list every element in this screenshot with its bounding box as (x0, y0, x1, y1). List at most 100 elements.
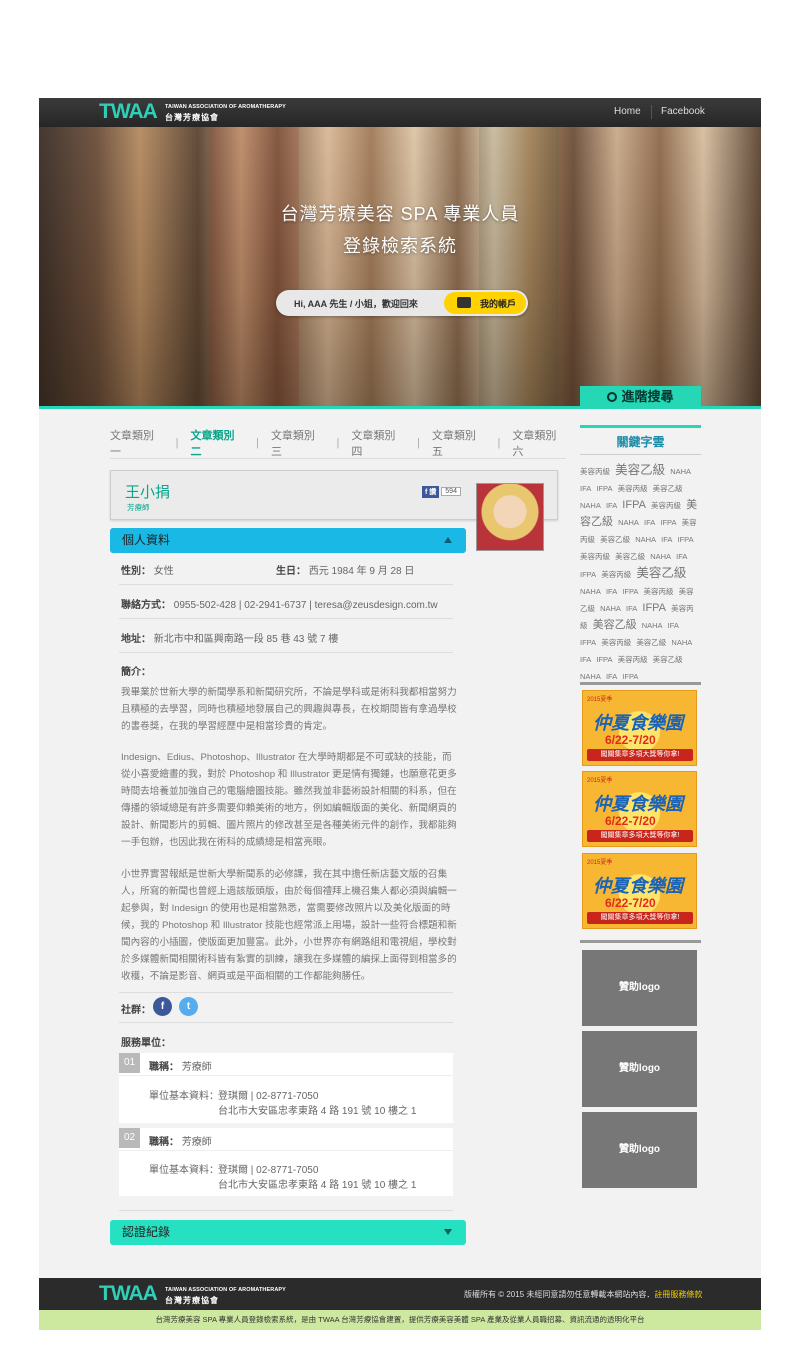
keyword-tag[interactable]: IFA (626, 604, 637, 613)
keyword-tag[interactable]: NAHA (642, 621, 663, 630)
keyword-tag[interactable]: NAHA (618, 518, 639, 527)
keyword-tag[interactable]: IFA (606, 587, 617, 596)
keyword-tag[interactable]: 美容乙級 (615, 552, 645, 561)
banner-title: 仲夏食樂園 (593, 876, 683, 896)
keyword-tag[interactable]: NAHA (580, 501, 601, 510)
promo-banner[interactable]: 2015夏季 仲夏食樂園 6/22-7/20 闖關集章多項大獎等你拿! (582, 690, 697, 766)
fb-like-button[interactable]: f 讚 (422, 485, 440, 498)
keyword-tag[interactable]: NAHA (670, 467, 691, 476)
logo-mark[interactable]: TWAA (99, 100, 158, 124)
keyword-tag[interactable]: 美容乙級 (636, 566, 686, 580)
keyword-tag[interactable]: 美容丙級 (618, 655, 648, 664)
tab-category-3[interactable]: 文章類別三 (271, 427, 325, 459)
keyword-tag[interactable]: IFPA (660, 518, 676, 527)
keyword-tag[interactable]: 美容乙級 (653, 655, 683, 664)
keyword-tag[interactable]: 美容乙級 (636, 638, 666, 647)
keyword-tag[interactable]: 美容乙級 (615, 463, 665, 477)
keyword-tag[interactable]: 美容乙級 (593, 619, 637, 631)
tab-category-6[interactable]: 文章類別六 (512, 427, 566, 459)
advanced-search-button[interactable]: 進階搜尋 (580, 386, 701, 408)
keyword-tag[interactable]: 美容丙級 (601, 638, 631, 647)
keyword-tag[interactable]: IFA (668, 621, 679, 630)
keyword-tag[interactable]: 美容乙級 (600, 535, 630, 544)
banner-year: 2015夏季 (587, 697, 613, 703)
keyword-tag[interactable]: IFA (580, 484, 591, 493)
keyword-tag[interactable]: IFA (606, 501, 617, 510)
keyword-tag[interactable]: 美容丙級 (580, 467, 610, 476)
keyword-tag[interactable]: IFA (644, 518, 655, 527)
keyword-tag[interactable]: NAHA (580, 587, 601, 596)
twitter-icon[interactable]: t (179, 997, 198, 1016)
sponsor-logo[interactable]: 贊助logo (582, 1112, 697, 1188)
tabs-divider (110, 458, 566, 459)
keyword-tag[interactable]: IFPA (622, 499, 646, 511)
keyword-tag[interactable]: NAHA (650, 552, 671, 561)
keyword-tag[interactable]: IFPA (622, 587, 638, 596)
keyword-tag[interactable]: 美容丙級 (618, 484, 648, 493)
collapse-up-icon[interactable] (444, 537, 452, 543)
footer-description: 台灣芳療美容 SPA 專業人員登錄檢索系統，是由 TWAA 台灣芳療協會建置，提… (39, 1310, 761, 1330)
copyright-text: 版權所有 © 2015 未經同意請勿任意轉載本網站內容． (464, 1290, 655, 1299)
keyword-tag[interactable]: IFPA (677, 535, 693, 544)
facebook-icon[interactable]: f (153, 997, 172, 1016)
keyword-tag[interactable]: IFPA (596, 484, 612, 493)
facebook-like-widget[interactable]: f 讚 594 (422, 485, 461, 498)
banner-date: 6/22-7/20 (605, 733, 656, 747)
tab-category-1[interactable]: 文章類別一 (110, 427, 164, 459)
keyword-tag[interactable]: NAHA (580, 672, 601, 681)
tab-separator: | (256, 437, 259, 449)
divider (119, 1150, 453, 1151)
promo-banner[interactable]: 2015夏季 仲夏食樂園 6/22-7/20 闖關集章多項大獎等你拿! (582, 771, 697, 847)
keyword-tag[interactable]: 美容丙級 (644, 587, 674, 596)
banner-title: 仲夏食樂園 (593, 794, 683, 814)
intro-paragraph-2: Indesign、Edius、Photoshop、Illustrator 在大學… (121, 752, 457, 848)
tab-separator: | (175, 437, 179, 449)
tab-category-5[interactable]: 文章類別五 (432, 427, 486, 459)
keyword-tag[interactable]: 美容丙級 (651, 501, 681, 510)
keyword-tag[interactable]: IFPA (642, 602, 666, 614)
top-navbar: TWAA TAIWAN ASSOCIATION OF AROMATHERAPY … (39, 98, 761, 127)
service-info-line1: 登琪爾 | 02-8771-7050 (218, 1091, 319, 1102)
keyword-tag[interactable]: IFPA (622, 672, 638, 681)
keyword-tag[interactable]: IFA (580, 655, 591, 664)
my-account-button[interactable]: 我的帳戶 (444, 292, 526, 314)
keyword-tag[interactable]: 美容乙級 (653, 484, 683, 493)
keyword-tag[interactable]: 美容丙級 (580, 552, 610, 561)
banner-title: 仲夏食樂園 (593, 713, 683, 733)
keyword-tag[interactable]: IFPA (580, 638, 596, 647)
contact-value: 0955-502-428 | 02-2941-6737 | teresa@zeu… (173, 600, 438, 611)
expand-down-icon[interactable] (444, 1229, 452, 1235)
banner-caption: 闖關集章多項大獎等你拿! (587, 830, 693, 842)
keyword-tag[interactable]: IFA (606, 672, 617, 681)
keyword-cloud: 美容丙級 美容乙級 NAHA IFA IFPA 美容丙級 美容乙級 NAHA I… (580, 462, 701, 685)
address-value: 新北市中和區興南路一段 85 巷 43 號 7 樓 (153, 634, 339, 645)
divider (119, 652, 453, 653)
keyword-tag[interactable]: IFPA (580, 570, 596, 579)
keyword-tag[interactable]: 美容丙級 (601, 570, 631, 579)
nav-home-link[interactable]: Home (614, 106, 641, 117)
keyword-tag[interactable]: IFA (676, 552, 687, 561)
promo-banner[interactable]: 2015夏季 仲夏食樂園 6/22-7/20 闖關集章多項大獎等你拿! (582, 853, 697, 929)
sponsor-logo[interactable]: 贊助logo (582, 950, 697, 1026)
personal-info-section-header[interactable]: 個人資料 (110, 528, 466, 553)
service-number: 02 (119, 1128, 140, 1148)
contact-row: 聯絡方式： 0955-502-428 | 02-2941-6737 | tere… (121, 596, 438, 611)
terms-link[interactable]: 註冊服務條款 (654, 1290, 702, 1299)
contact-label: 聯絡方式： (121, 600, 171, 611)
personal-info-section-title: 個人資料 (122, 533, 171, 547)
tab-category-4[interactable]: 文章類別四 (351, 427, 405, 459)
certification-section-title: 認證紀錄 (122, 1225, 171, 1239)
service-info-line1: 登琪爾 | 02-8771-7050 (218, 1165, 319, 1176)
profile-name: 王小捐 (125, 484, 171, 501)
footer-logo-mark[interactable]: TWAA (99, 1282, 158, 1306)
keyword-tag[interactable]: IFPA (596, 655, 612, 664)
tab-category-2[interactable]: 文章類別二 (190, 427, 244, 459)
keyword-tag[interactable]: IFA (661, 535, 672, 544)
nav-facebook-link[interactable]: Facebook (661, 106, 705, 117)
keyword-tag[interactable]: NAHA (635, 535, 656, 544)
banner-year: 2015夏季 (587, 860, 613, 866)
sponsor-logo[interactable]: 贊助logo (582, 1031, 697, 1107)
certification-section-header[interactable]: 認證紀錄 (110, 1220, 466, 1245)
keyword-tag[interactable]: NAHA (671, 638, 692, 647)
keyword-tag[interactable]: NAHA (600, 604, 621, 613)
